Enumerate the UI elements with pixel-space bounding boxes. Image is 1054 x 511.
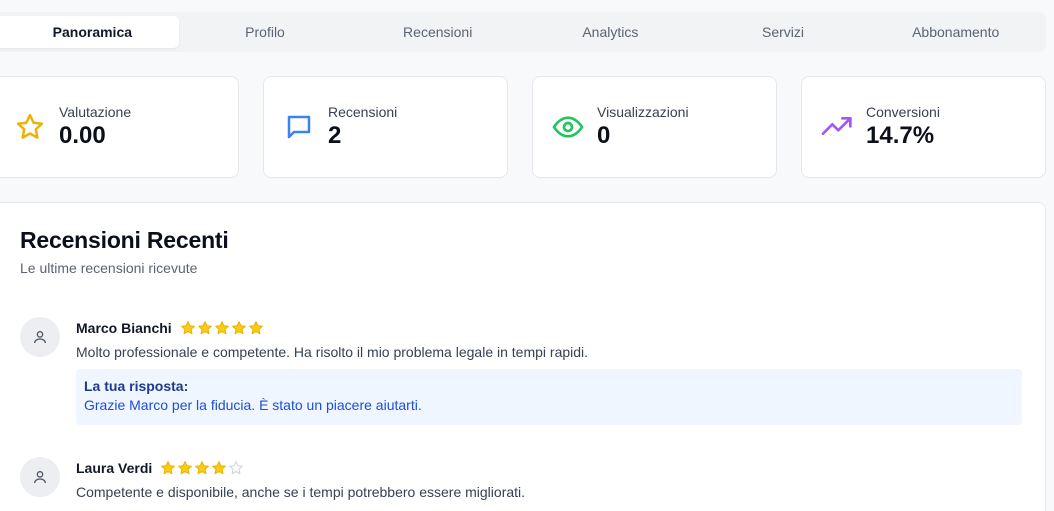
stat-value: 2 [328, 122, 342, 149]
stat-label: Visualizzazioni [597, 104, 689, 120]
review-text: Molto professionale e competente. Ha ris… [76, 344, 589, 360]
reviewer-name: Laura Verdi [76, 460, 153, 476]
star-filled-icon [195, 461, 210, 475]
stat-card-valutazione: Valutazione 0.00 [0, 76, 239, 178]
star-empty-icon [229, 461, 244, 475]
avatar [20, 317, 60, 357]
reply-label: La tua risposta: [84, 378, 189, 394]
owner-reply: La tua risposta: Grazie Marco per la fid… [76, 369, 1022, 425]
stat-value: 0.00 [59, 122, 106, 149]
user-icon [34, 471, 46, 484]
stat-label: Recensioni [328, 104, 398, 120]
star-filled-icon [231, 321, 246, 335]
star-filled-icon [212, 461, 227, 475]
eye-icon [551, 110, 585, 144]
tab-bar: Panoramica Profilo Recensioni Analytics … [0, 12, 1046, 52]
star-filled-icon [248, 321, 263, 335]
stat-card-conversioni: Conversioni 14.7% [801, 76, 1046, 178]
star-filled-icon [180, 321, 195, 335]
tab-recensioni[interactable]: Recensioni [351, 16, 524, 48]
stat-label: Conversioni [866, 104, 940, 120]
reply-text: Grazie Marco per la fiducia. È stato un … [84, 397, 422, 413]
tab-profilo[interactable]: Profilo [179, 16, 352, 48]
stat-label: Valutazione [59, 104, 132, 120]
star-icon [13, 110, 47, 144]
panel-subtitle: Le ultime recensioni ricevute [20, 260, 198, 276]
review-text: Competente e disponibile, anche se i tem… [76, 484, 526, 500]
stat-card-recensioni: Recensioni 2 [263, 76, 508, 178]
tab-analytics[interactable]: Analytics [524, 16, 697, 48]
stat-card-visualizzazioni: Visualizzazioni 0 [532, 76, 777, 178]
star-filled-icon [161, 461, 176, 475]
rating-stars [180, 320, 264, 336]
star-filled-icon [214, 321, 229, 335]
message-icon [282, 110, 316, 144]
stat-value: 14.7% [866, 122, 935, 149]
recent-reviews-panel: Recensioni Recenti Le ultime recensioni … [0, 202, 1046, 511]
user-icon [34, 331, 46, 344]
panel-title: Recensioni Recenti [20, 227, 229, 253]
reviewer-name: Marco Bianchi [76, 320, 172, 336]
tab-servizi[interactable]: Servizi [697, 16, 870, 48]
rating-stars [160, 460, 244, 476]
stat-value: 0 [597, 122, 611, 149]
avatar [20, 457, 60, 497]
star-filled-icon [197, 321, 212, 335]
tab-abbonamento[interactable]: Abbonamento [869, 16, 1042, 48]
trending-up-icon [820, 110, 854, 144]
star-filled-icon [178, 461, 193, 475]
tab-panoramica[interactable]: Panoramica [0, 16, 179, 48]
